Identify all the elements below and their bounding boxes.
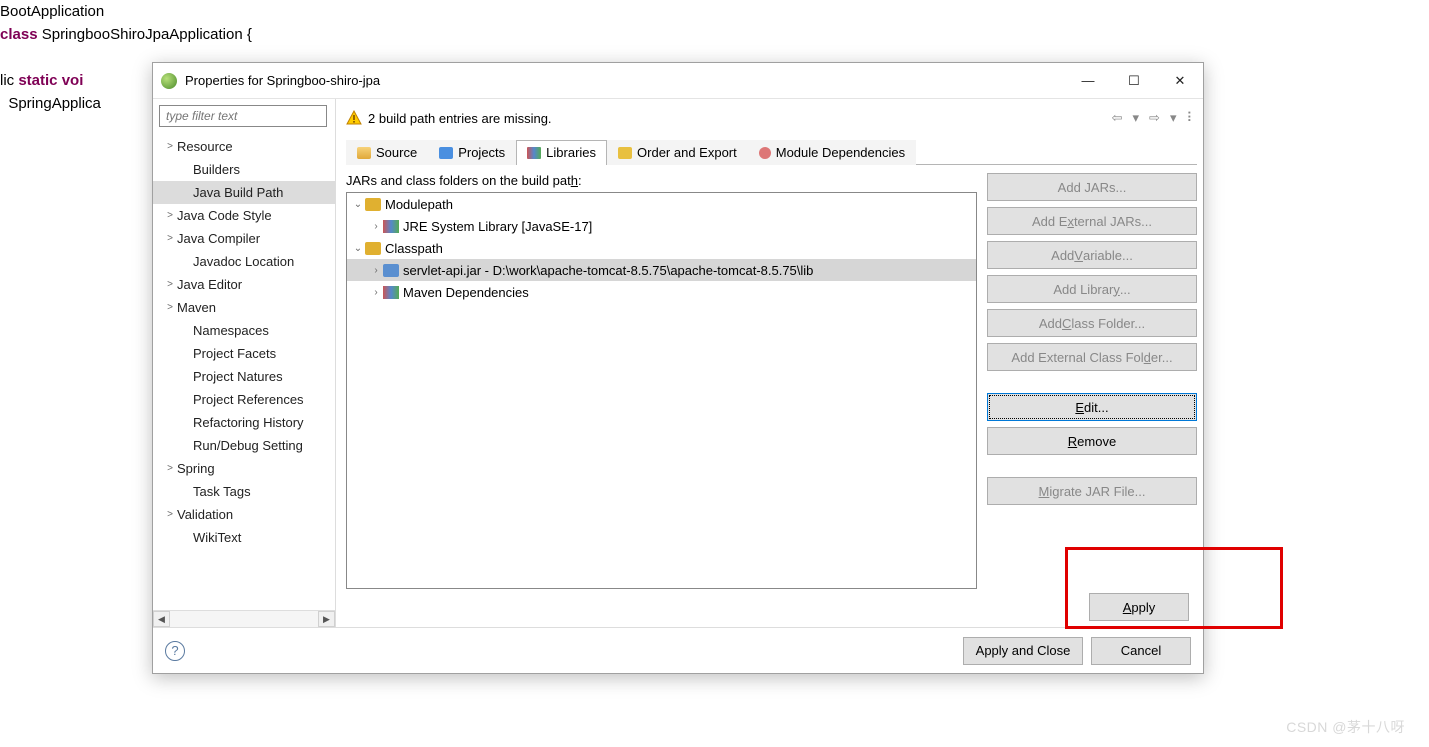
- tree-node-maven-deps[interactable]: ›Maven Dependencies: [347, 281, 976, 303]
- expand-icon: >: [163, 233, 177, 244]
- nav-item-spring[interactable]: >Spring: [153, 457, 335, 480]
- tree-node-jre[interactable]: ›JRE System Library [JavaSE-17]: [347, 215, 976, 237]
- apply-and-close-button[interactable]: Apply and Close: [963, 637, 1083, 665]
- add-library-button[interactable]: Add Library...: [987, 275, 1197, 303]
- watermark: CSDN @茅十八呀: [1286, 717, 1405, 737]
- add-external-jars-button[interactable]: Add External JARs...: [987, 207, 1197, 235]
- tree-node-servlet-jar[interactable]: ›servlet-api.jar - D:\work\apache-tomcat…: [347, 259, 976, 281]
- scroll-left-icon[interactable]: ◀: [153, 611, 170, 627]
- nav-item-java-code-style[interactable]: >Java Code Style: [153, 204, 335, 227]
- tab-libraries[interactable]: Libraries: [516, 140, 607, 165]
- nav-item-project-references[interactable]: Project References: [153, 388, 335, 411]
- nav-item-refactoring-history[interactable]: Refactoring History: [153, 411, 335, 434]
- warning-message: 2 build path entries are missing.: [368, 111, 1109, 126]
- back-menu-icon[interactable]: ▾: [1130, 110, 1143, 126]
- maximize-button[interactable]: ☐: [1111, 63, 1157, 98]
- libraries-tree[interactable]: ⌄Modulepath ›JRE System Library [JavaSE-…: [346, 192, 977, 589]
- tree-node-modulepath[interactable]: ⌄Modulepath: [347, 193, 976, 215]
- expand-icon: >: [163, 279, 177, 290]
- nav-item-maven[interactable]: >Maven: [153, 296, 335, 319]
- nav-item-java-compiler[interactable]: >Java Compiler: [153, 227, 335, 250]
- sidebar: >ResourceBuildersJava Build Path>Java Co…: [153, 99, 336, 627]
- help-icon[interactable]: ?: [165, 641, 185, 661]
- nav-item-project-facets[interactable]: Project Facets: [153, 342, 335, 365]
- button-panel: Add JARs... Add External JARs... Add Var…: [987, 173, 1197, 589]
- nav-item-java-editor[interactable]: >Java Editor: [153, 273, 335, 296]
- nav-item-project-natures[interactable]: Project Natures: [153, 365, 335, 388]
- titlebar: Properties for Springboo-shiro-jpa — ☐ ✕: [153, 63, 1203, 99]
- add-class-folder-button[interactable]: Add Class Folder...: [987, 309, 1197, 337]
- classpath-icon: [365, 242, 381, 255]
- remove-button[interactable]: Remove: [987, 427, 1197, 455]
- add-variable-button[interactable]: Add Variable...: [987, 241, 1197, 269]
- nav-item-wikitext[interactable]: WikiText: [153, 526, 335, 549]
- window-title: Properties for Springboo-shiro-jpa: [185, 73, 1065, 88]
- jar-icon: [383, 264, 399, 277]
- tab-projects[interactable]: Projects: [428, 140, 516, 165]
- tab-icon: [759, 147, 771, 159]
- app-icon: [161, 73, 177, 89]
- add-jars-button[interactable]: Add JARs...: [987, 173, 1197, 201]
- library-icon: [383, 286, 399, 299]
- tab-icon: [439, 147, 453, 159]
- forward-menu-icon[interactable]: ▾: [1167, 110, 1180, 126]
- library-icon: [383, 220, 399, 233]
- migrate-jar-button[interactable]: Migrate JAR File...: [987, 477, 1197, 505]
- nav-item-resource[interactable]: >Resource: [153, 135, 335, 158]
- horizontal-scrollbar[interactable]: ◀ ▶: [153, 610, 335, 627]
- scroll-right-icon[interactable]: ▶: [318, 611, 335, 627]
- add-external-class-folder-button[interactable]: Add External Class Folder...: [987, 343, 1197, 371]
- nav-item-java-build-path[interactable]: Java Build Path: [153, 181, 335, 204]
- tab-icon: [357, 147, 371, 159]
- back-icon[interactable]: ⇦: [1109, 110, 1126, 126]
- tab-module-dependencies[interactable]: Module Dependencies: [748, 140, 916, 165]
- forward-icon[interactable]: ⇨: [1146, 110, 1163, 126]
- view-menu-icon[interactable]: ⠇: [1183, 110, 1197, 126]
- cancel-button[interactable]: Cancel: [1091, 637, 1191, 665]
- edit-button[interactable]: Edit...: [987, 393, 1197, 421]
- nav-item-task-tags[interactable]: Task Tags: [153, 480, 335, 503]
- nav-item-builders[interactable]: Builders: [153, 158, 335, 181]
- nav-item-javadoc-location[interactable]: Javadoc Location: [153, 250, 335, 273]
- highlight-box: [1065, 547, 1283, 629]
- expand-icon: >: [163, 210, 177, 221]
- modulepath-icon: [365, 198, 381, 211]
- nav-tree: >ResourceBuildersJava Build Path>Java Co…: [153, 133, 335, 610]
- dialog-footer: ? Apply and Close Cancel: [153, 627, 1203, 673]
- tree-node-classpath[interactable]: ⌄Classpath: [347, 237, 976, 259]
- expand-icon: >: [163, 509, 177, 520]
- tab-icon: [527, 147, 541, 159]
- tabs: SourceProjectsLibrariesOrder and ExportM…: [346, 139, 1197, 165]
- expand-icon: >: [163, 463, 177, 474]
- nav-item-run-debug-setting[interactable]: Run/Debug Setting: [153, 434, 335, 457]
- nav-item-namespaces[interactable]: Namespaces: [153, 319, 335, 342]
- close-button[interactable]: ✕: [1157, 63, 1203, 98]
- minimize-button[interactable]: —: [1065, 63, 1111, 98]
- nav-item-validation[interactable]: >Validation: [153, 503, 335, 526]
- tab-icon: [618, 147, 632, 159]
- expand-icon: >: [163, 141, 177, 152]
- tree-label: JARs and class folders on the build path…: [346, 173, 977, 188]
- filter-input[interactable]: [159, 105, 327, 127]
- properties-dialog: Properties for Springboo-shiro-jpa — ☐ ✕…: [152, 62, 1204, 674]
- tab-source[interactable]: Source: [346, 140, 428, 165]
- tab-order-and-export[interactable]: Order and Export: [607, 140, 748, 165]
- warning-icon: [346, 110, 362, 126]
- expand-icon: >: [163, 302, 177, 313]
